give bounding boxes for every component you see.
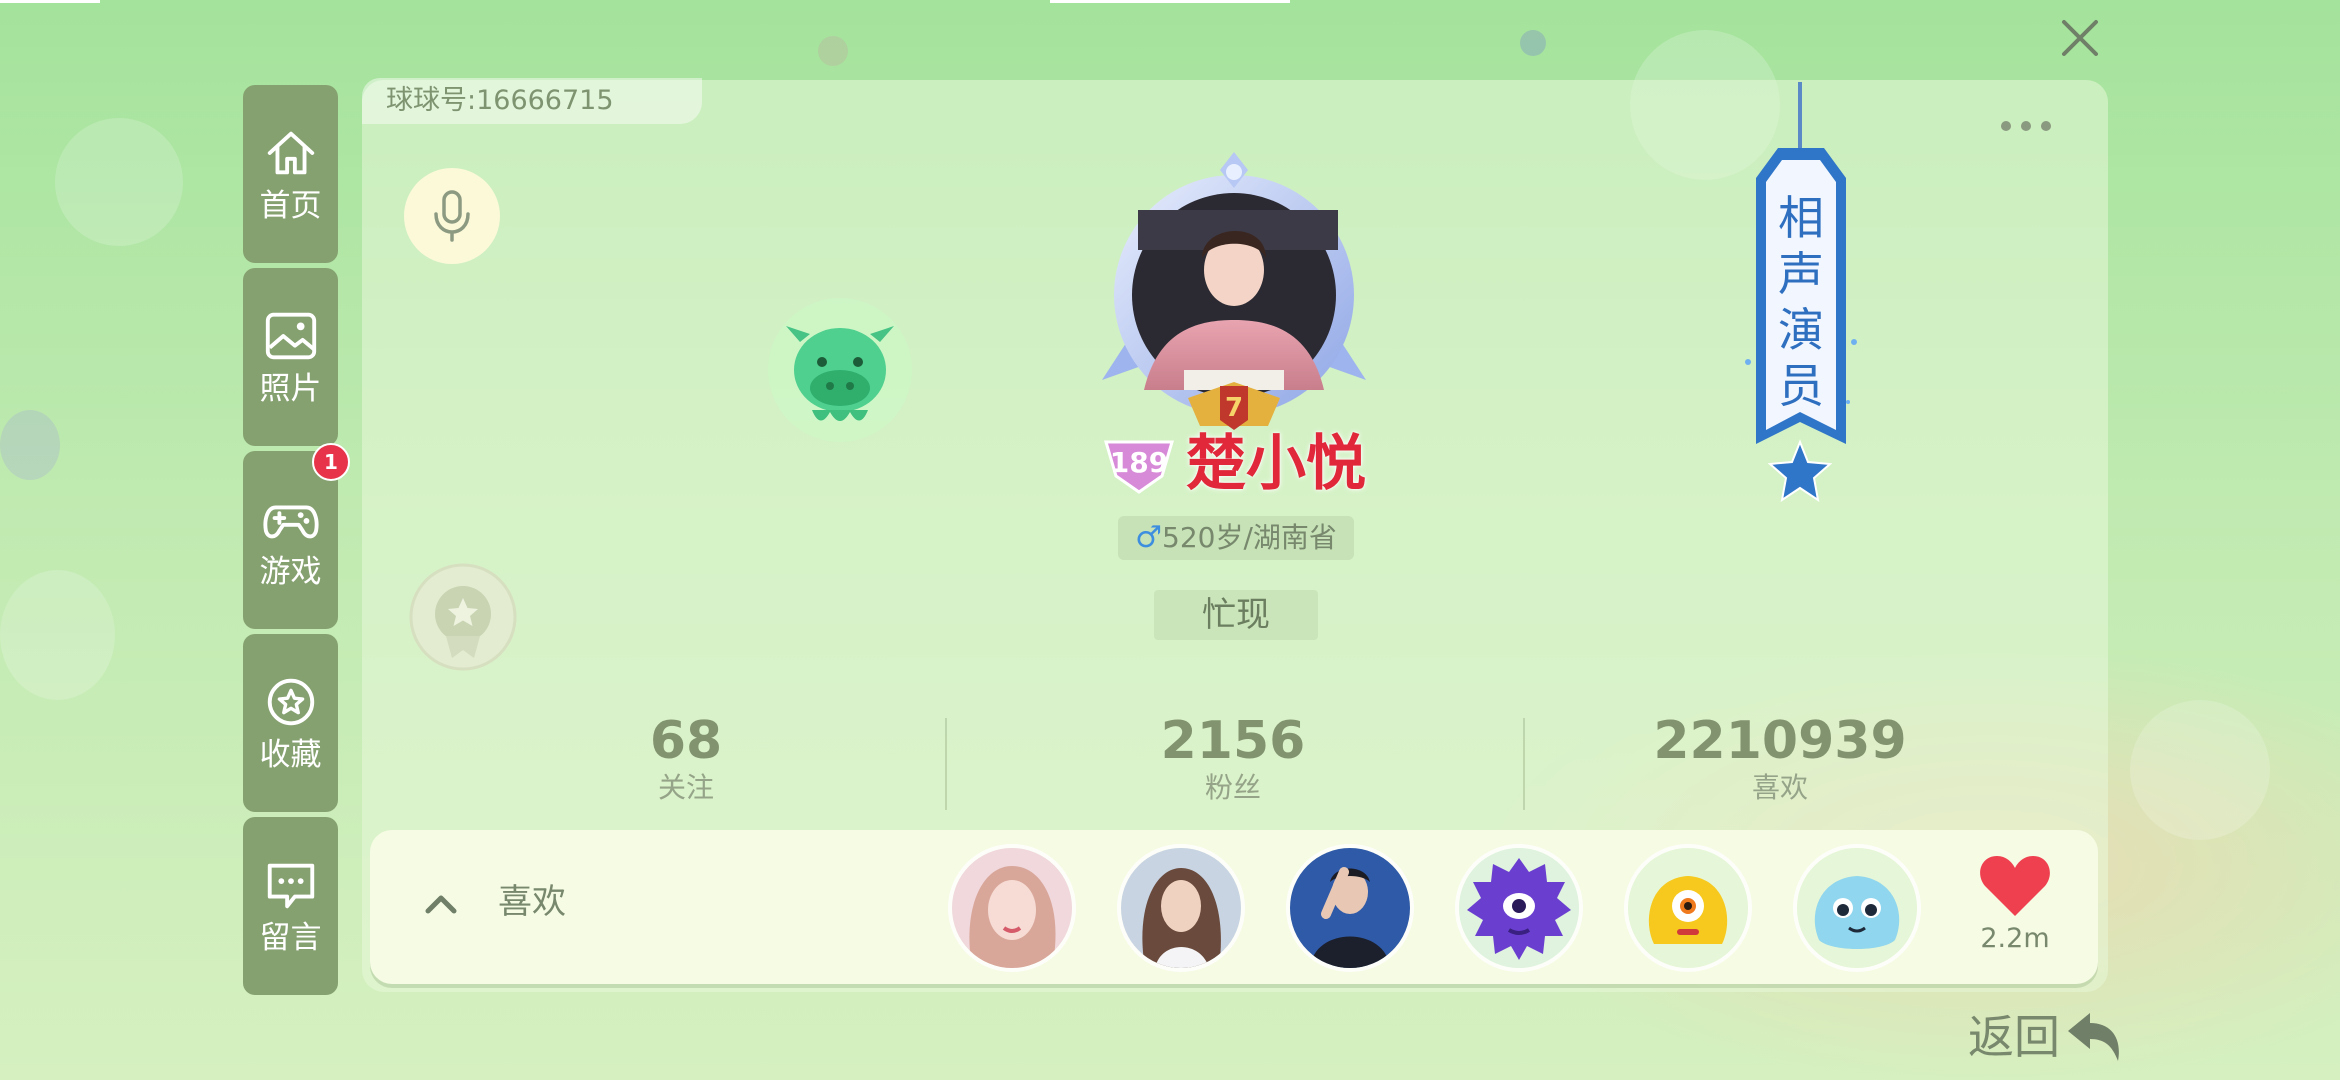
bg-bubble	[2130, 700, 2270, 840]
like-button[interactable]: 2.2m	[1960, 852, 2070, 972]
photo-icon	[265, 312, 316, 360]
sidebar-item-label: 收藏	[259, 737, 322, 773]
sidebar: 首页 照片 1 游戏 收藏 留言	[243, 85, 350, 1000]
bg-bubble	[55, 118, 183, 246]
stat-label: 关注	[657, 771, 714, 804]
sidebar-item-label: 首页	[259, 188, 322, 224]
liker-avatar[interactable]	[1628, 848, 1748, 968]
liker-avatar[interactable]	[1290, 848, 1410, 968]
pet-icon[interactable]	[760, 290, 920, 450]
heart-icon	[1980, 856, 2050, 916]
likes-panel: 喜欢 2.2m	[370, 830, 2098, 984]
stat-likes[interactable]: 2210939 喜欢	[1630, 710, 1930, 804]
sidebar-item-photos[interactable]: 照片	[243, 268, 338, 446]
liker-avatar[interactable]	[1459, 848, 1579, 968]
title-tag[interactable]: 相 声 演 员	[1738, 82, 1868, 502]
sidebar-item-messages[interactable]: 留言	[243, 817, 338, 995]
liker-avatar[interactable]	[952, 848, 1072, 968]
avatar[interactable]: 7	[1098, 150, 1370, 440]
title-char: 员	[1778, 359, 1824, 413]
stat-fans[interactable]: 2156 粉丝	[1083, 710, 1383, 804]
stat-label: 粉丝	[1204, 771, 1261, 804]
sidebar-item-label: 游戏	[259, 554, 322, 590]
sidebar-item-label: 留言	[259, 920, 322, 956]
stat-label: 喜欢	[1751, 771, 1808, 804]
age-location-text: 520岁/湖南省	[1162, 521, 1337, 554]
stat-value: 2210939	[1653, 711, 1907, 771]
bg-bubble	[0, 570, 115, 700]
return-arrow-icon	[2068, 1013, 2119, 1061]
message-icon	[267, 863, 314, 909]
title-char: 声	[1778, 247, 1824, 301]
stats-row: 68 关注 2156 粉丝 2210939 喜欢	[362, 710, 2108, 815]
gamepad-icon	[262, 505, 319, 539]
home-icon	[267, 131, 314, 175]
more-options-icon[interactable]	[1998, 118, 2054, 134]
title-char: 演	[1778, 303, 1824, 357]
title-char: 相	[1778, 191, 1824, 245]
close-icon[interactable]	[2056, 14, 2104, 62]
avatar-frame-level: 7	[1225, 393, 1243, 423]
ball-id-label: 球球号:16666715	[362, 78, 702, 124]
back-label: 返回	[1968, 1010, 2060, 1064]
status-bar-segment	[0, 0, 100, 3]
status-bar-segment	[1050, 0, 1290, 3]
like-count: 2.2m	[1980, 923, 2050, 954]
voice-button[interactable]	[404, 168, 500, 264]
liker-avatar[interactable]	[1797, 848, 1917, 968]
microphone-icon	[434, 190, 470, 242]
user-level: 189	[1110, 446, 1168, 479]
stat-value: 68	[649, 711, 723, 771]
nickname: 楚小悦	[1186, 429, 1366, 499]
stat-divider	[1523, 718, 1525, 810]
bg-dot	[1520, 30, 1546, 56]
back-button[interactable]: 返回	[1968, 1004, 2124, 1070]
star-icon	[267, 678, 314, 726]
liker-avatar[interactable]	[1121, 848, 1241, 968]
chevron-up-icon[interactable]	[422, 885, 460, 923]
likes-title: 喜欢	[498, 882, 566, 922]
stat-divider	[945, 718, 947, 810]
sidebar-item-label: 照片	[259, 371, 322, 407]
sidebar-item-home[interactable]: 首页	[243, 85, 338, 263]
online-status: 忙现	[1154, 590, 1318, 640]
stat-value: 2156	[1160, 711, 1306, 771]
achievement-medal-icon[interactable]	[408, 562, 518, 672]
bg-dot	[818, 36, 848, 66]
stat-following[interactable]: 68 关注	[536, 710, 836, 804]
male-gender-icon: ♂	[1135, 520, 1162, 555]
gender-age-location: ♂520岁/湖南省	[1118, 516, 1354, 560]
sidebar-item-games[interactable]: 1 游戏	[243, 443, 350, 629]
level-badge-icon: 189	[1103, 440, 1175, 494]
sidebar-item-favorites[interactable]: 收藏	[243, 634, 338, 812]
bg-dot	[0, 410, 60, 480]
notification-badge: 1	[312, 443, 350, 481]
